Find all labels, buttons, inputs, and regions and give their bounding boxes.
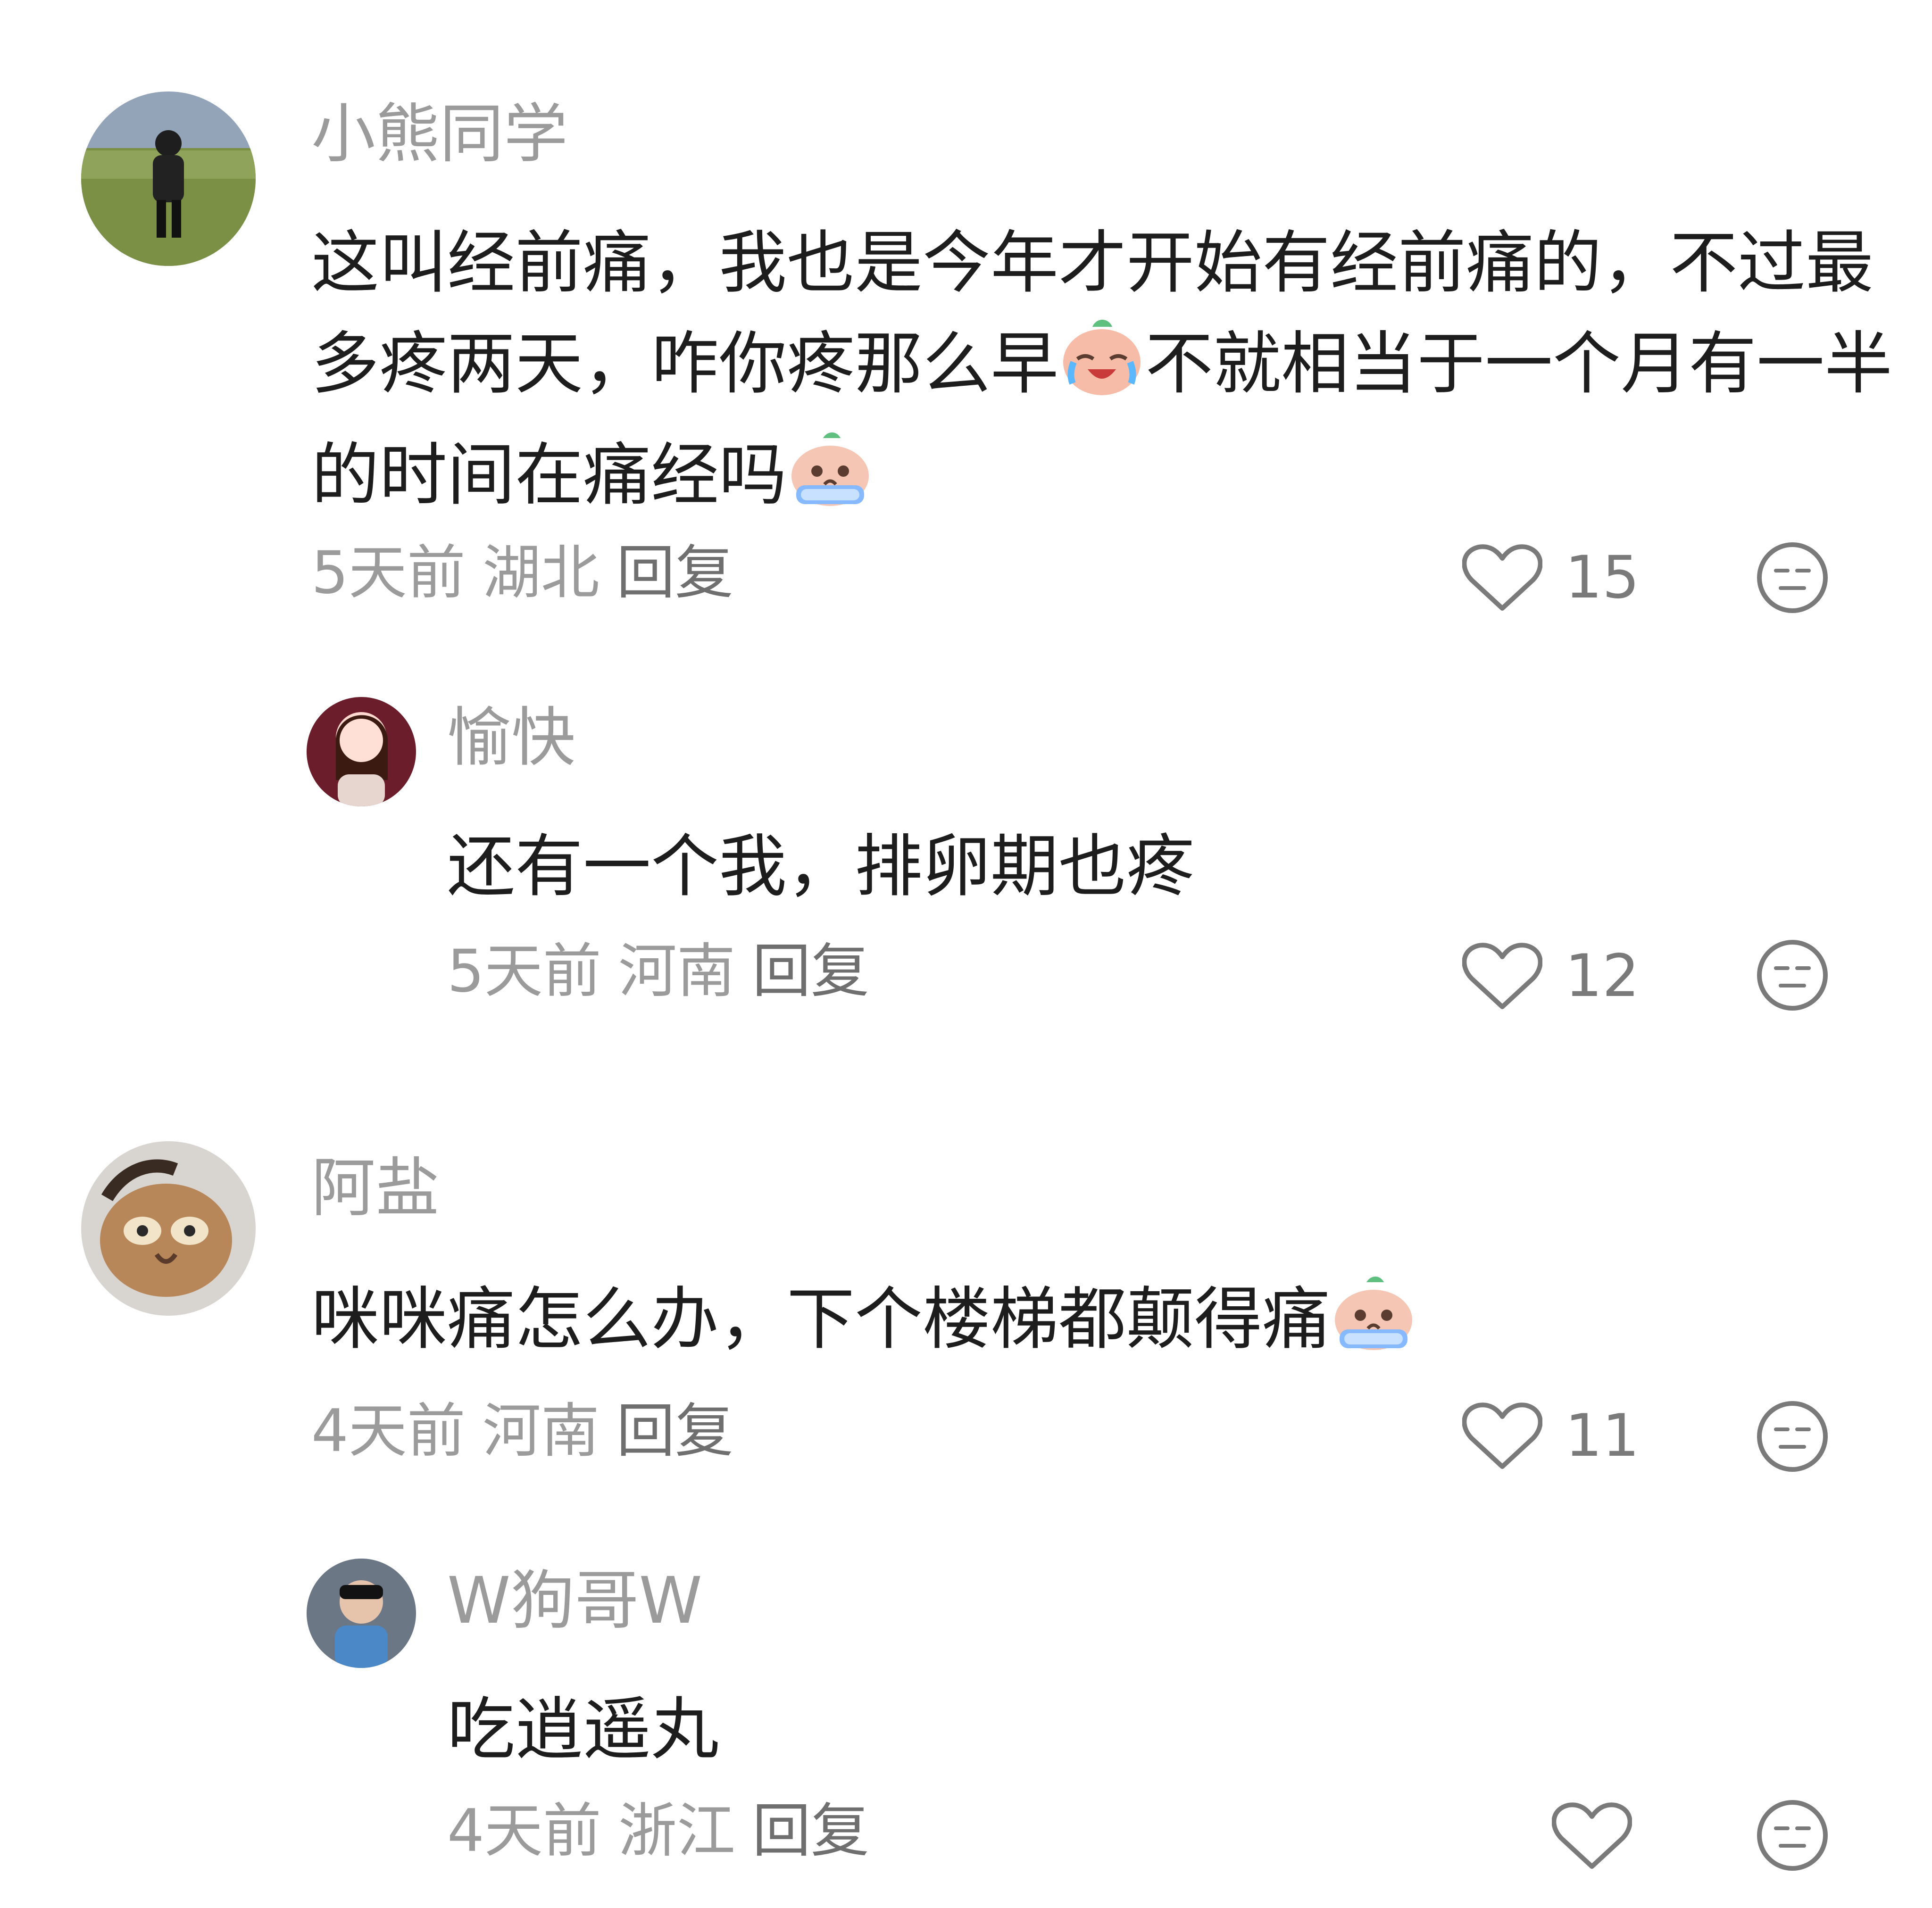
username[interactable]: 阿盐 [311, 1151, 440, 1226]
crying-icon [788, 429, 873, 536]
avatar[interactable] [307, 697, 416, 806]
avatar[interactable] [81, 91, 256, 266]
reply-button[interactable]: 回复 [616, 1397, 733, 1465]
avatar[interactable] [307, 1559, 416, 1668]
username[interactable]: 愉快 [447, 700, 575, 776]
avatar-image [81, 91, 256, 266]
comment-time: 4天前 [447, 1797, 601, 1865]
reply-button[interactable]: 回复 [752, 1797, 869, 1865]
comment-text: 吃逍遥丸 [447, 1690, 719, 1769]
comment-meta: 4天前 河南 回复 [311, 1396, 750, 1467]
dislike-button[interactable] [1755, 937, 1830, 1015]
crying-icon [1331, 1273, 1416, 1380]
like-count: 15 [1565, 544, 1640, 612]
laugh-cry-icon [1059, 317, 1144, 424]
neutral-face-icon [1757, 542, 1828, 613]
comment-meta: 5天前 湖北 回复 [311, 538, 750, 608]
neutral-face-icon [1757, 940, 1828, 1011]
comment-text-part: 咪咪痛怎么办，下个楼梯都颠得痛 [311, 1279, 1331, 1359]
comment-text: 还有一个我，排卵期也疼 [447, 827, 1195, 906]
comment-meta: 5天前 河南 回复 [447, 936, 886, 1007]
like-button[interactable]: 11 [1462, 1401, 1640, 1471]
comment-location: 浙江 [618, 1797, 735, 1865]
comment-text: 这叫经前痛，我也是今年才开始有经前痛的，不过最多疼两天，咋你疼那么早 不就相当于… [311, 212, 1896, 536]
comment-location: 河南 [618, 937, 735, 1005]
like-count: 12 [1565, 942, 1640, 1010]
heart-icon [1462, 1402, 1542, 1469]
like-button[interactable]: 12 [1462, 941, 1640, 1012]
dislike-button[interactable] [1755, 540, 1830, 617]
dislike-button[interactable] [1755, 1798, 1830, 1875]
reply-button[interactable]: 回复 [616, 539, 733, 607]
heart-icon [1462, 943, 1542, 1009]
avatar[interactable] [81, 1141, 256, 1316]
neutral-face-icon [1757, 1401, 1828, 1472]
username[interactable]: 小熊同学 [311, 97, 568, 172]
avatar-image [307, 1559, 416, 1668]
comment-time: 4天前 [311, 1397, 466, 1465]
comment-time: 5天前 [311, 539, 466, 607]
comment-location: 湖北 [482, 539, 600, 607]
comment-meta: 4天前 浙江 回复 [447, 1796, 886, 1867]
heart-icon [1552, 1802, 1632, 1869]
avatar-image [307, 697, 416, 806]
heart-icon [1462, 544, 1542, 611]
like-button[interactable] [1552, 1800, 1655, 1871]
reply-button[interactable]: 回复 [752, 937, 869, 1005]
username[interactable]: W狗哥W [447, 1563, 702, 1639]
like-count: 11 [1565, 1402, 1640, 1470]
dislike-button[interactable] [1755, 1399, 1830, 1476]
avatar-image [81, 1141, 256, 1316]
comment-location: 河南 [482, 1397, 600, 1465]
comment-time: 5天前 [447, 937, 601, 1005]
neutral-face-icon [1757, 1800, 1828, 1871]
comment-text: 咪咪痛怎么办，下个楼梯都颠得痛 [311, 1269, 1896, 1380]
like-button[interactable]: 15 [1462, 542, 1640, 613]
